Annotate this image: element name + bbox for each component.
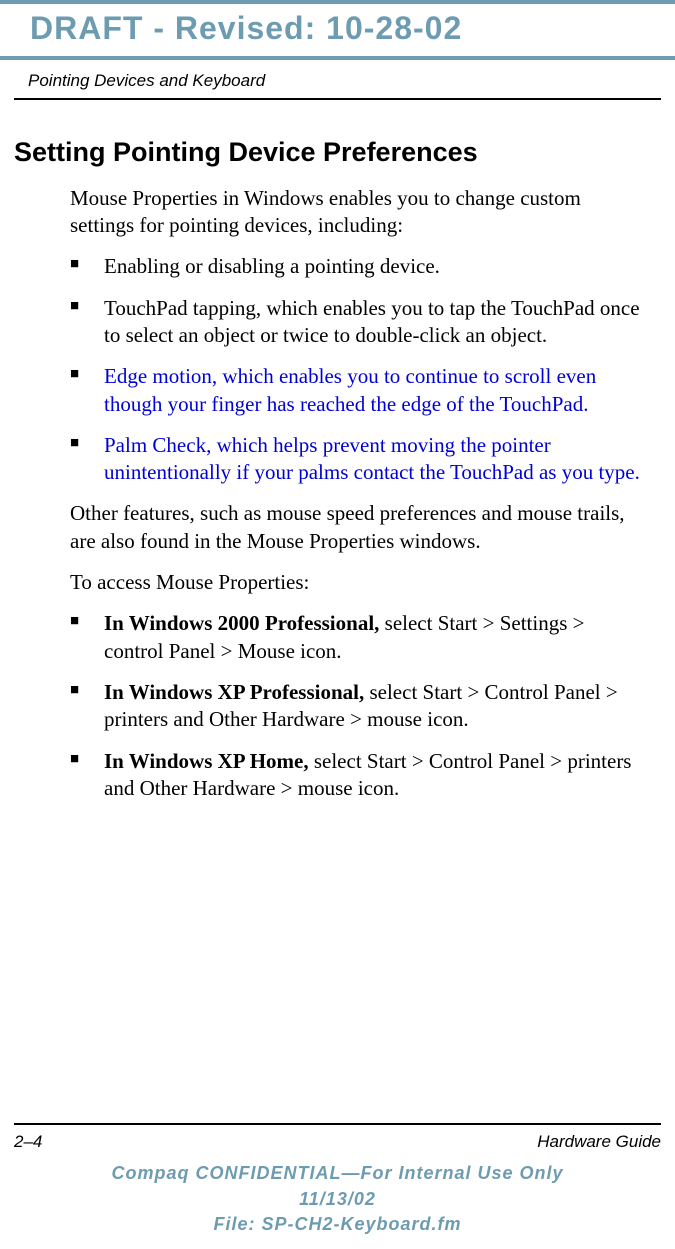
list-item: Enabling or disabling a pointing device. <box>70 253 645 280</box>
para-other-features: Other features, such as mouse speed pref… <box>70 500 645 555</box>
page-number: 2–4 <box>14 1131 42 1153</box>
list-item: In Windows XP Home, select Start > Contr… <box>70 748 645 803</box>
page-footer: 2–4 Hardware Guide Compaq CONFIDENTIAL—F… <box>0 1123 675 1249</box>
confidential-footer: Compaq CONFIDENTIAL—For Internal Use Onl… <box>0 1161 675 1249</box>
list-item: Edge motion, which enables you to contin… <box>70 363 645 418</box>
section-title: Setting Pointing Device Preferences <box>0 135 675 185</box>
draft-revision-header: DRAFT - Revised: 10-28-02 <box>0 0 675 50</box>
os-label: In Windows 2000 Professional, <box>104 611 379 635</box>
list-item: In Windows 2000 Professional, select Sta… <box>70 610 645 665</box>
list-text: Palm Check, which helps prevent moving t… <box>104 433 640 484</box>
list-text: TouchPad tapping, which enables you to t… <box>104 296 640 347</box>
os-label: In Windows XP Professional, <box>104 680 364 704</box>
list-item: TouchPad tapping, which enables you to t… <box>70 295 645 350</box>
intro-paragraph: Mouse Properties in Windows enables you … <box>70 185 645 240</box>
conf-line: 11/13/02 <box>0 1187 675 1212</box>
conf-line: File: SP-CH2-Keyboard.fm <box>0 1212 675 1237</box>
list-item: In Windows XP Professional, select Start… <box>70 679 645 734</box>
list-text: Enabling or disabling a pointing device. <box>104 254 440 278</box>
guide-name: Hardware Guide <box>537 1131 661 1153</box>
conf-line: Compaq CONFIDENTIAL—For Internal Use Onl… <box>0 1161 675 1186</box>
list-item: Palm Check, which helps prevent moving t… <box>70 432 645 487</box>
content-block: Mouse Properties in Windows enables you … <box>0 185 675 802</box>
os-label: In Windows XP Home, <box>104 749 309 773</box>
list-text: Edge motion, which enables you to contin… <box>104 364 596 415</box>
footer-line: 2–4 Hardware Guide <box>14 1123 661 1153</box>
para-access: To access Mouse Properties: <box>70 569 645 596</box>
feature-list: Enabling or disabling a pointing device.… <box>70 253 645 486</box>
access-list: In Windows 2000 Professional, select Sta… <box>70 610 645 802</box>
